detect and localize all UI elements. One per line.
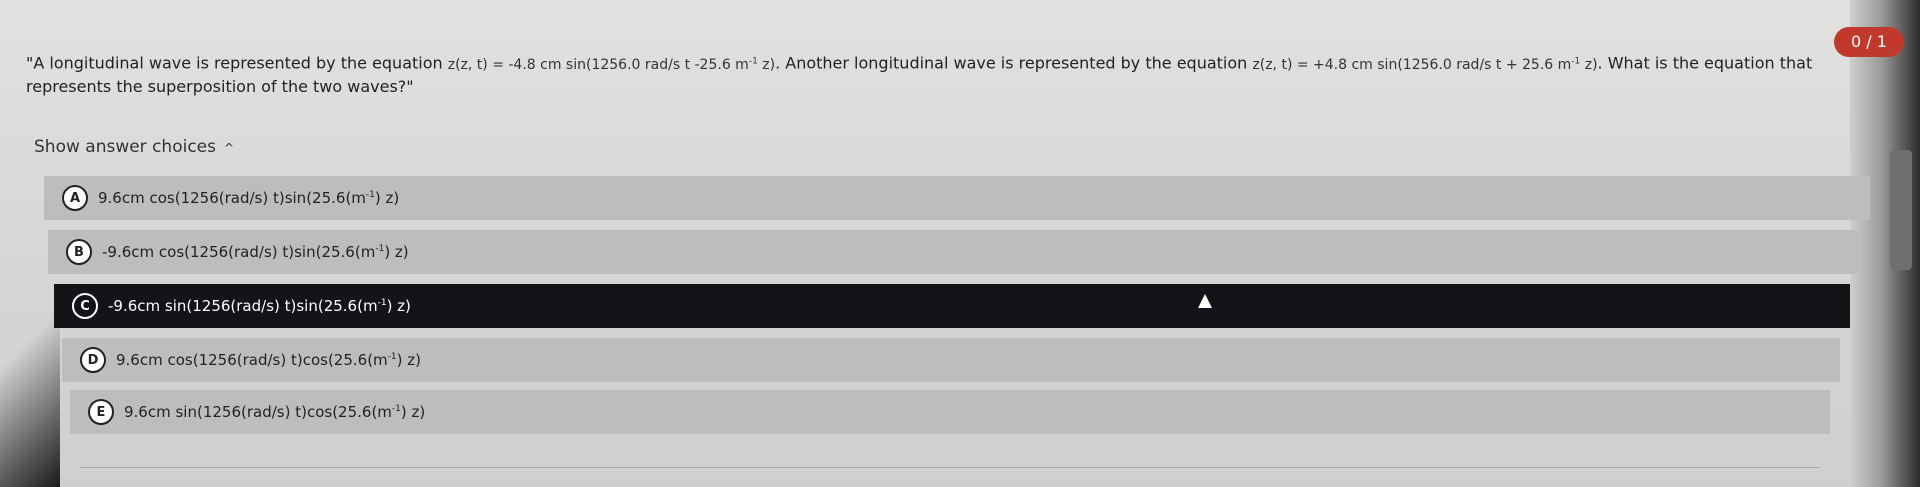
mouse-cursor-icon (1198, 294, 1212, 308)
answer-choice-e[interactable]: E 9.6cm sin(1256(rad/s) t)cos(25.6(m-1) … (70, 390, 1830, 434)
answer-choice-d[interactable]: D 9.6cm cos(1256(rad/s) t)cos(25.6(m-1) … (62, 338, 1840, 382)
choice-label: 9.6cm cos(1256(rad/s) t)sin(25.6(m-1) z) (98, 189, 400, 207)
question-text: "A longitudinal wave is represented by t… (26, 50, 1856, 98)
show-answer-choices-toggle[interactable]: Show answer choices ^ (34, 137, 234, 157)
choice-label: 9.6cm cos(1256(rad/s) t)cos(25.6(m-1) z) (116, 351, 421, 369)
choice-letter: A (62, 185, 88, 211)
choice-letter: B (66, 239, 92, 265)
scrollbar[interactable] (1890, 150, 1912, 270)
equation-2: z(z, t) = +4.8 cm sin(1256.0 rad/s t + 2… (1252, 56, 1598, 73)
choice-label: -9.6cm cos(1256(rad/s) t)sin(25.6(m-1) z… (102, 243, 409, 261)
answer-choice-b[interactable]: B -9.6cm cos(1256(rad/s) t)sin(25.6(m-1)… (48, 230, 1862, 274)
choice-label: -9.6cm sin(1256(rad/s) t)sin(25.6(m-1) z… (108, 297, 411, 315)
choice-label: 9.6cm sin(1256(rad/s) t)cos(25.6(m-1) z) (124, 403, 426, 421)
show-choices-label: Show answer choices (34, 137, 216, 157)
choice-letter: D (80, 347, 106, 373)
answer-choice-a[interactable]: A 9.6cm cos(1256(rad/s) t)sin(25.6(m-1) … (44, 176, 1870, 220)
equation-1: z(z, t) = -4.8 cm sin(1256.0 rad/s t -25… (447, 56, 776, 73)
answer-choice-c[interactable]: C -9.6cm sin(1256(rad/s) t)sin(25.6(m-1)… (54, 284, 1850, 328)
choice-letter: C (72, 293, 98, 319)
question-middle: . Another longitudinal wave is represent… (775, 53, 1253, 73)
chevron-up-icon: ^ (224, 141, 235, 155)
choice-letter: E (88, 399, 114, 425)
monitor-bezel (0, 250, 60, 487)
question-intro: "A longitudinal wave is represented by t… (26, 53, 448, 73)
divider (80, 467, 1820, 468)
